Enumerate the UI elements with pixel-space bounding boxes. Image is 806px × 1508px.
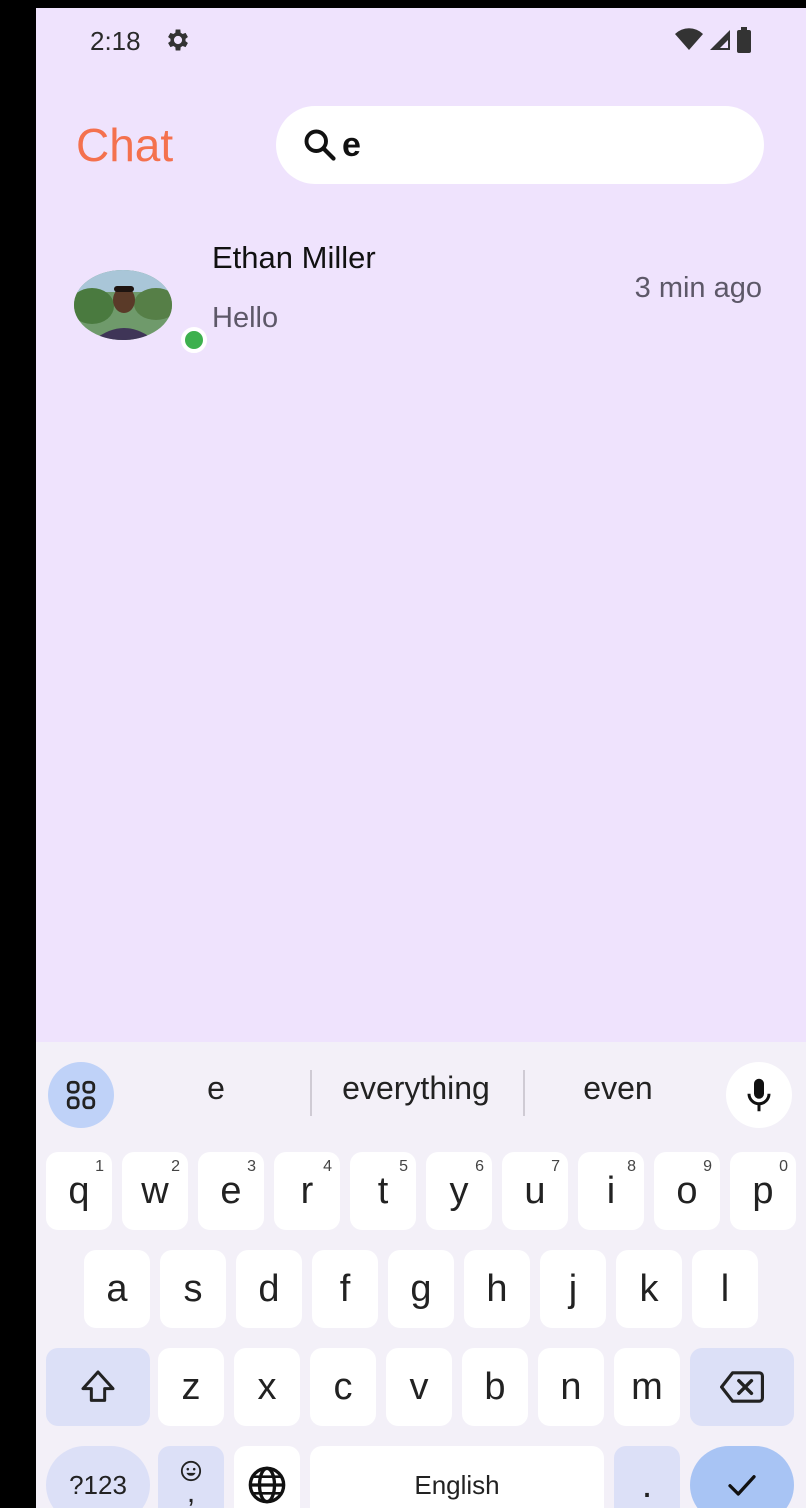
shift-key[interactable] <box>46 1348 150 1426</box>
voice-input-button[interactable] <box>726 1062 792 1128</box>
message-timestamp: 3 min ago <box>634 272 762 304</box>
key-o[interactable]: o9 <box>654 1152 720 1230</box>
key-label: t <box>377 1169 389 1212</box>
apps-grid-icon <box>66 1080 96 1110</box>
battery-icon <box>737 27 751 53</box>
search-icon <box>304 129 336 161</box>
key-s[interactable]: s <box>160 1250 226 1328</box>
globe-icon <box>248 1466 286 1504</box>
key-m[interactable]: m <box>614 1348 680 1426</box>
suggestion-1[interactable]: e <box>116 1070 316 1107</box>
key-e[interactable]: e3 <box>198 1152 264 1230</box>
key-label: u <box>524 1169 546 1212</box>
suggestion-divider <box>310 1070 312 1116</box>
key-label: e <box>220 1169 242 1212</box>
key-y[interactable]: y6 <box>426 1152 492 1230</box>
microphone-icon <box>747 1078 771 1112</box>
key-u[interactable]: u7 <box>502 1152 568 1230</box>
contact-name: Ethan Miller <box>212 240 376 275</box>
search-input[interactable] <box>342 125 722 165</box>
chat-list-item[interactable]: Ethan Miller Hello 3 min ago <box>36 228 806 353</box>
status-time: 2:18 <box>90 26 141 56</box>
key-label: r <box>300 1169 314 1212</box>
key-h[interactable]: h <box>464 1250 530 1328</box>
key-a[interactable]: a <box>84 1250 150 1328</box>
key-number-hint: 3 <box>247 1158 256 1175</box>
online-status-indicator <box>181 327 207 353</box>
suggestion-bar: e everything even <box>36 1042 806 1138</box>
status-icons <box>674 26 752 54</box>
key-number-hint: 4 <box>323 1158 332 1175</box>
suggestion-2[interactable]: everything <box>316 1070 516 1107</box>
avatar-container <box>74 250 207 353</box>
period-key[interactable]: . <box>614 1446 680 1508</box>
backspace-key[interactable] <box>690 1348 794 1426</box>
key-number-hint: 2 <box>171 1158 180 1175</box>
backspace-icon <box>720 1371 764 1403</box>
key-v[interactable]: v <box>386 1348 452 1426</box>
key-z[interactable]: z <box>158 1348 224 1426</box>
key-d[interactable]: d <box>236 1250 302 1328</box>
key-w[interactable]: w2 <box>122 1152 188 1230</box>
wifi-icon <box>675 28 703 50</box>
key-label: y <box>449 1169 469 1212</box>
key-g[interactable]: g <box>388 1250 454 1328</box>
key-b[interactable]: b <box>462 1348 528 1426</box>
checkmark-icon <box>728 1475 756 1496</box>
key-i[interactable]: i8 <box>578 1152 644 1230</box>
key-number-hint: 9 <box>703 1158 712 1175</box>
apps-grid-button[interactable] <box>48 1062 114 1128</box>
key-number-hint: 6 <box>475 1158 484 1175</box>
key-number-hint: 5 <box>399 1158 408 1175</box>
key-l[interactable]: l <box>692 1250 758 1328</box>
key-f[interactable]: f <box>312 1250 378 1328</box>
key-label: p <box>752 1169 774 1212</box>
space-key[interactable]: English <box>310 1446 604 1508</box>
key-c[interactable]: c <box>310 1348 376 1426</box>
symbols-key[interactable]: ?123 <box>46 1446 150 1508</box>
emoji-comma-key[interactable]: , <box>158 1446 224 1508</box>
key-k[interactable]: k <box>616 1250 682 1328</box>
language-key[interactable] <box>234 1446 300 1508</box>
key-q[interactable]: q1 <box>46 1152 112 1230</box>
key-j[interactable]: j <box>540 1250 606 1328</box>
key-x[interactable]: x <box>234 1348 300 1426</box>
key-r[interactable]: r4 <box>274 1152 340 1230</box>
enter-key[interactable] <box>690 1446 794 1508</box>
status-bar: 2:18 <box>36 8 806 72</box>
gear-icon <box>168 29 188 51</box>
suggestion-3[interactable]: even <box>518 1070 718 1107</box>
key-n[interactable]: n <box>538 1348 604 1426</box>
key-label: w <box>141 1169 169 1212</box>
key-p[interactable]: p0 <box>730 1152 796 1230</box>
signal-icon <box>710 30 730 50</box>
key-label: o <box>676 1169 698 1212</box>
key-number-hint: 1 <box>95 1158 104 1175</box>
comma-label: , <box>186 1476 196 1508</box>
avatar <box>74 270 172 340</box>
key-label: i <box>606 1169 616 1212</box>
last-message: Hello <box>212 302 279 334</box>
search-box[interactable] <box>276 106 764 184</box>
app-screen: 2:18 Chat e Ethan Miller Hello 3 min ago… <box>36 8 806 1508</box>
key-number-hint: 0 <box>779 1158 788 1175</box>
key-number-hint: 7 <box>551 1158 560 1175</box>
page-title: Chat <box>76 119 174 171</box>
soft-keyboard: e everything even q1w2e3r4t5y6u7i8o9p0 a… <box>36 1042 806 1508</box>
key-label: q <box>68 1169 90 1212</box>
key-t[interactable]: t5 <box>350 1152 416 1230</box>
key-number-hint: 8 <box>627 1158 636 1175</box>
shift-icon <box>81 1370 115 1402</box>
